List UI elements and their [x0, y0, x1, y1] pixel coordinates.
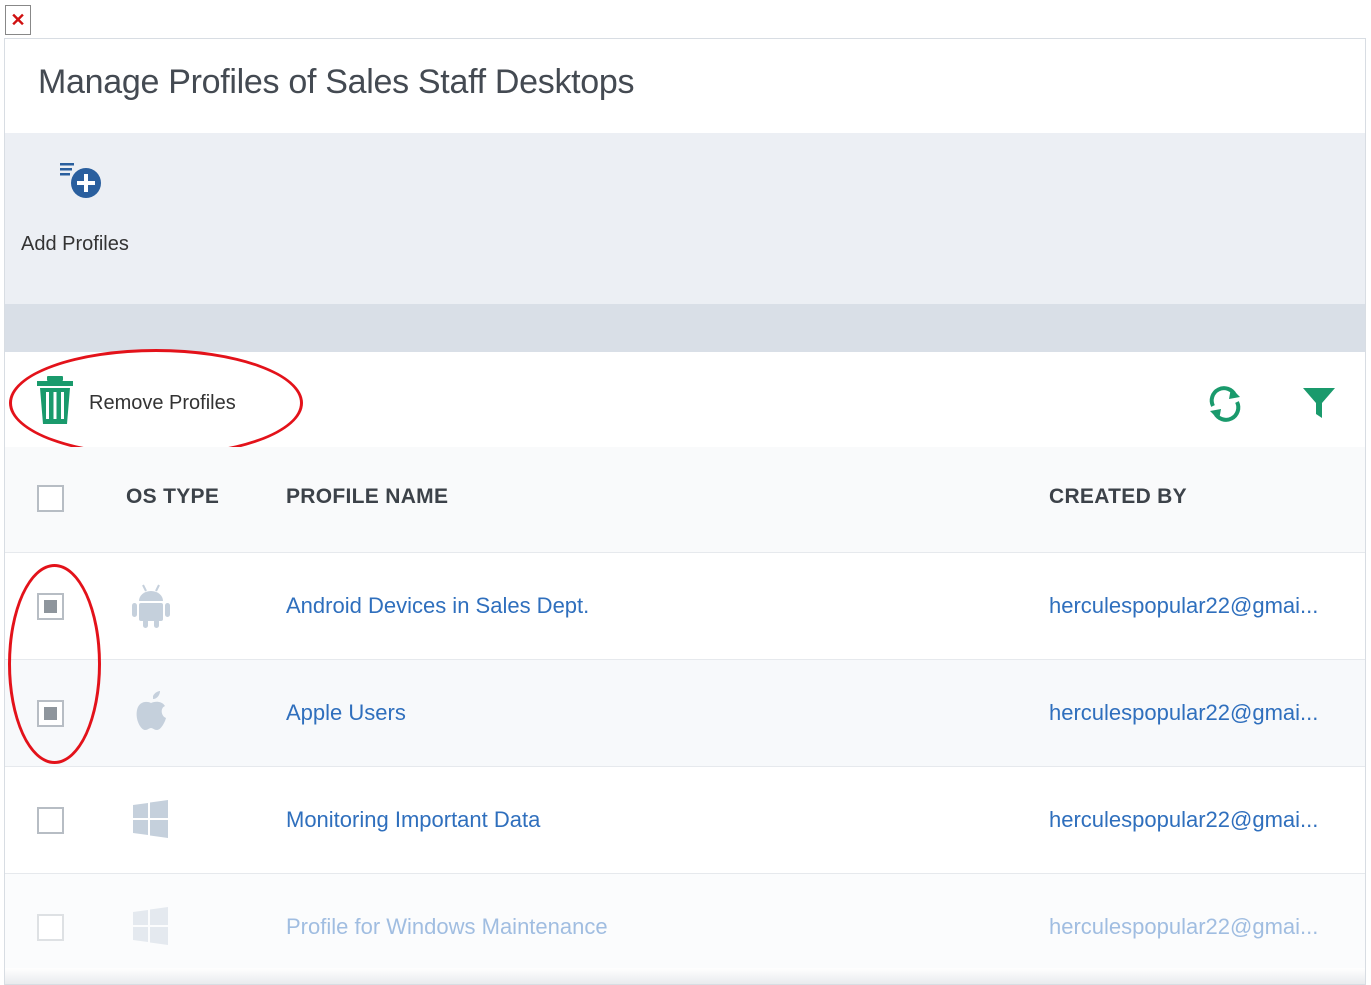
table-row[interactable]: Monitoring Important Data herculespopula… — [5, 767, 1365, 874]
column-header-profile-name[interactable]: PROFILE NAME — [286, 485, 448, 509]
manage-profiles-dialog: Manage Profiles of Sales Staff Desktops … — [4, 38, 1366, 985]
row-checkbox[interactable] — [37, 914, 64, 941]
row-checkbox[interactable] — [37, 700, 64, 727]
table-row[interactable]: Android Devices in Sales Dept. herculesp… — [5, 553, 1365, 660]
remove-profiles-label: Remove Profiles — [89, 392, 236, 414]
table-row[interactable]: Profile for Windows Maintenance hercules… — [5, 874, 1365, 981]
column-header-os-type[interactable]: OS TYPE — [126, 485, 219, 509]
toolbar: Add Profiles — [5, 133, 1365, 304]
profile-name-link[interactable]: Profile for Windows Maintenance — [286, 914, 608, 940]
select-all-checkbox[interactable] — [37, 485, 64, 512]
profile-name-link[interactable]: Monitoring Important Data — [286, 807, 540, 833]
add-profiles-label: Add Profiles — [21, 233, 129, 255]
profile-name-link[interactable]: Apple Users — [286, 700, 406, 726]
created-by-value: herculespopular22@gmai... — [1049, 700, 1319, 725]
profile-name-link[interactable]: Android Devices in Sales Dept. — [286, 593, 589, 619]
add-profiles-button[interactable]: Add Profiles — [5, 133, 155, 304]
toolbar-divider-strip — [5, 304, 1365, 352]
add-list-icon — [60, 163, 101, 198]
android-icon — [132, 584, 170, 628]
torn-edge — [5, 968, 1365, 984]
close-icon[interactable]: ✕ — [5, 5, 31, 35]
table-header: OS TYPE PROFILE NAME CREATED BY — [5, 447, 1365, 553]
created-by-value: herculespopular22@gmai... — [1049, 593, 1319, 618]
windows-icon — [133, 800, 168, 838]
row-checkbox[interactable] — [37, 593, 64, 620]
trash-icon — [37, 376, 73, 424]
created-by-value: herculespopular22@gmai... — [1049, 807, 1319, 832]
refresh-icon[interactable] — [1205, 384, 1245, 424]
table-actions-bar: Remove Profiles — [5, 349, 1365, 457]
apple-icon — [136, 691, 166, 730]
table-row[interactable]: Apple Users herculespopular22@gmai... — [5, 660, 1365, 767]
column-header-created-by[interactable]: CREATED BY — [1049, 485, 1187, 509]
windows-icon — [133, 907, 168, 945]
dialog-title: Manage Profiles of Sales Staff Desktops — [38, 63, 635, 101]
row-checkbox[interactable] — [37, 807, 64, 834]
filter-icon[interactable] — [1301, 384, 1337, 422]
created-by-value: herculespopular22@gmai... — [1049, 914, 1319, 939]
